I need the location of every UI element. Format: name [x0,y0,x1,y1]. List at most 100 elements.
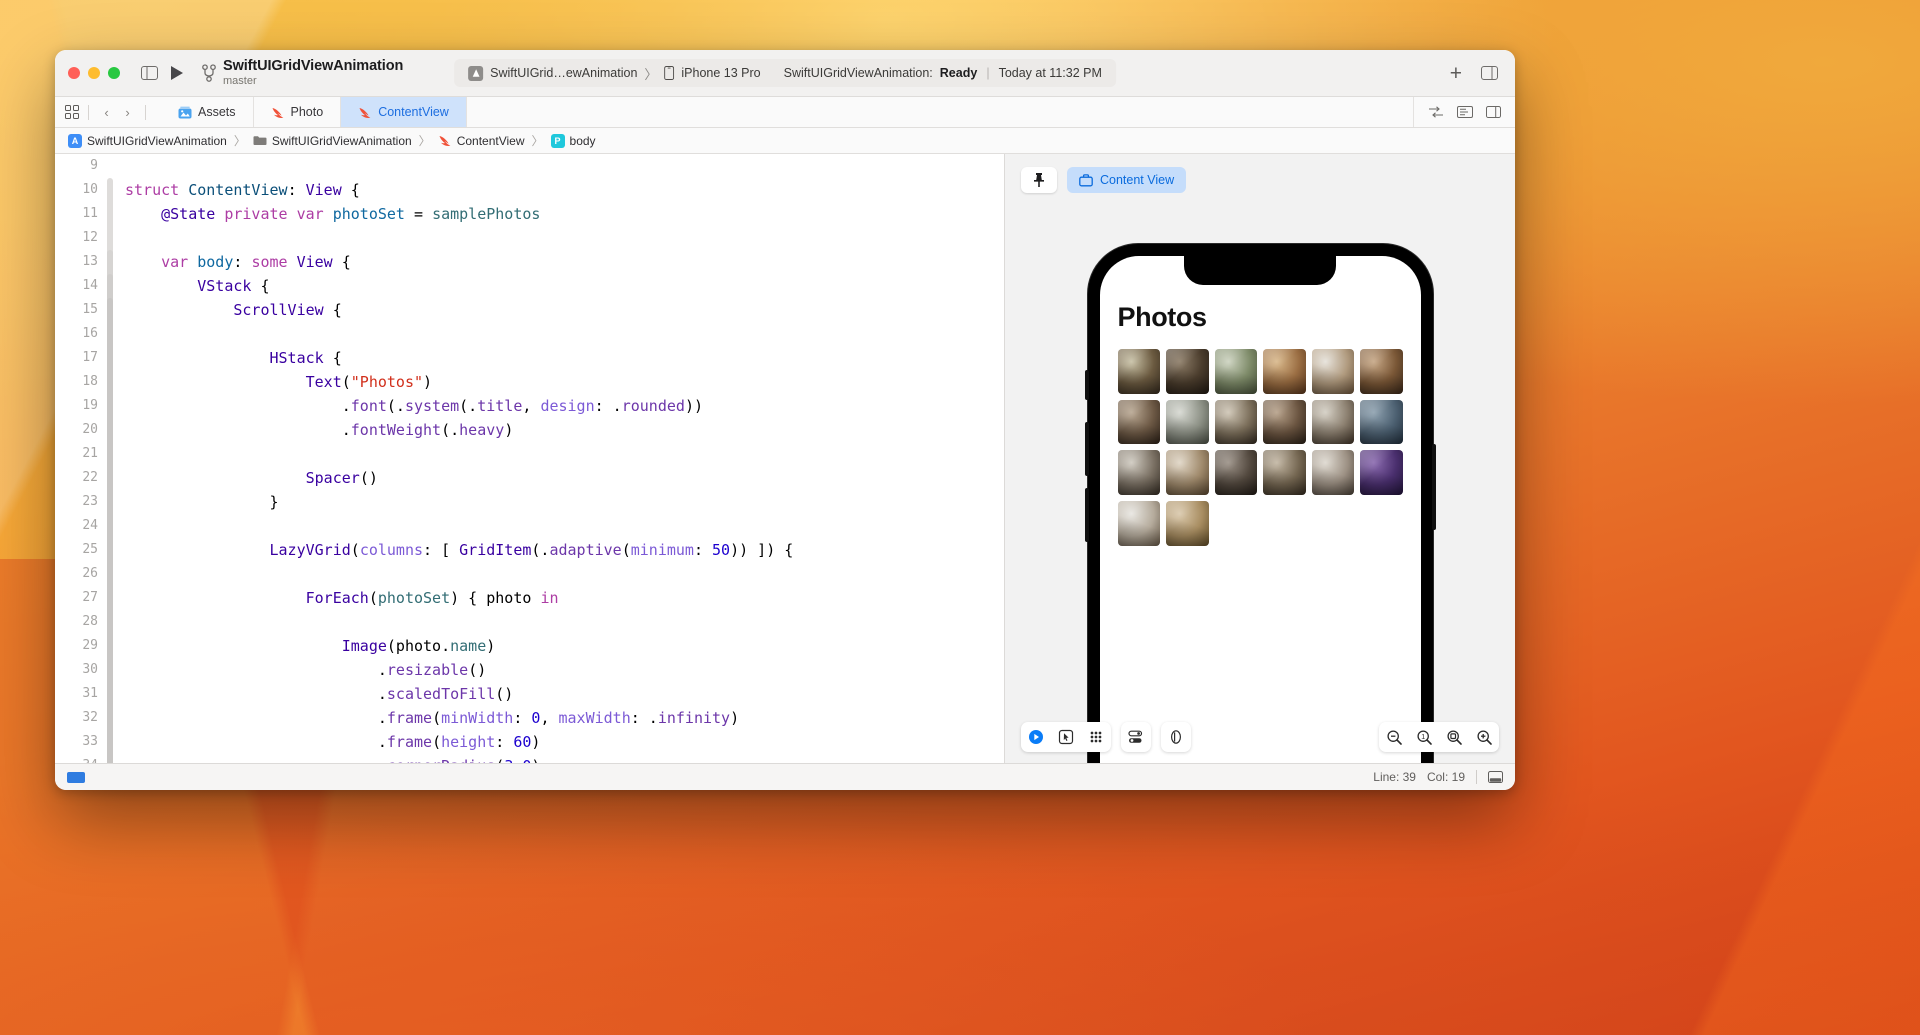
line-number: 27 [55,586,107,610]
minimize-window-button[interactable] [88,67,100,79]
code-line[interactable]: .resizable() [125,658,1004,682]
accessibility-inspect-button[interactable] [1161,722,1191,752]
code-line[interactable]: .scaledToFill() [125,682,1004,706]
activity-status-bar[interactable]: SwiftUIGrid…ewAnimation 〉 iPhone 13 Pro … [454,59,1116,87]
variants-button[interactable] [1081,722,1111,752]
navigate-back-button[interactable]: ‹ [98,105,115,120]
toggle-canvas-icon[interactable] [1486,106,1501,118]
photo-cell[interactable] [1312,450,1355,495]
photo-cell[interactable] [1215,450,1258,495]
line-number: 28 [55,610,107,634]
code-token [125,253,161,271]
breadcrumb-item-file[interactable]: ContentView [438,134,525,148]
activity-indicator-icon[interactable] [67,772,85,783]
photo-cell[interactable] [1118,450,1161,495]
code-line[interactable]: Spacer() [125,466,1004,490]
photo-highlight [1215,400,1258,445]
code-line[interactable]: ScrollView { [125,298,1004,322]
code-line[interactable]: .cornerRadius(3.0) [125,754,1004,763]
photo-cell[interactable] [1263,349,1306,394]
code-line[interactable] [125,562,1004,586]
code-line[interactable]: } [125,490,1004,514]
pin-preview-button[interactable] [1021,167,1057,193]
code-content[interactable]: struct ContentView: View { @State privat… [115,154,1004,763]
code-line[interactable]: LazyVGrid(columns: [ GridItem(.adaptive(… [125,538,1004,562]
photo-cell[interactable] [1360,349,1403,394]
code-line[interactable]: Image(photo.name) [125,634,1004,658]
selectable-mode-button[interactable] [1051,722,1081,752]
code-token: VStack [197,277,251,295]
photo-cell[interactable] [1166,501,1209,546]
code-line[interactable]: var body: some View { [125,250,1004,274]
code-line[interactable] [125,226,1004,250]
line-number: 34 [55,754,107,763]
tab-contentview[interactable]: ContentView [341,97,467,127]
code-fold-segment[interactable] [107,298,113,763]
pin-icon [1032,172,1046,188]
toggle-navigator-icon[interactable] [136,62,162,84]
code-line[interactable] [125,154,1004,178]
photo-cell[interactable] [1118,349,1161,394]
navigate-forward-button[interactable]: › [119,105,136,120]
preview-selection-chip[interactable]: Content View [1067,167,1186,193]
run-button[interactable] [162,60,192,86]
code-token [188,253,197,271]
code-line[interactable]: .frame(height: 60) [125,730,1004,754]
photo-cell[interactable] [1263,400,1306,445]
photo-cell[interactable] [1263,450,1306,495]
photo-cell[interactable] [1166,400,1209,445]
photo-cell[interactable] [1118,400,1161,445]
photo-cell[interactable] [1360,450,1403,495]
code-line[interactable]: VStack { [125,274,1004,298]
minimap-toggle-icon[interactable] [1457,106,1473,118]
code-line[interactable]: HStack { [125,346,1004,370]
photo-cell[interactable] [1166,450,1209,495]
code-line[interactable]: Text("Photos") [125,370,1004,394]
code-line[interactable] [125,322,1004,346]
zoom-in-button[interactable] [1469,722,1499,752]
code-line[interactable]: @State private var photoSet = samplePhot… [125,202,1004,226]
preview-canvas[interactable]: Content View Photos [1005,154,1515,763]
toggle-inspector-icon[interactable] [1476,62,1502,84]
adjust-editor-options-icon[interactable] [1428,106,1444,118]
toggle-debug-area-icon[interactable] [1488,771,1503,783]
breadcrumb-item-project[interactable]: A SwiftUIGridViewAnimation [68,134,227,148]
zoom-out-button[interactable] [1379,722,1409,752]
zoom-to-100-button[interactable]: 1 [1409,722,1439,752]
photo-grid[interactable] [1118,349,1403,546]
code-line[interactable] [125,442,1004,466]
device-settings-button[interactable] [1121,722,1151,752]
photo-cell[interactable] [1166,349,1209,394]
code-line[interactable]: struct ContentView: View { [125,178,1004,202]
close-window-button[interactable] [68,67,80,79]
breadcrumb-item-symbol[interactable]: P body [551,134,596,148]
breadcrumb-item-group[interactable]: SwiftUIGridViewAnimation [253,134,412,148]
iphone-13-pro-frame[interactable]: Photos [1088,244,1433,763]
tab-photo[interactable]: Photo [254,97,342,127]
code-line[interactable] [125,610,1004,634]
code-line[interactable]: .font(.system(.title, design: .rounded)) [125,394,1004,418]
live-preview-play-button[interactable] [1021,722,1051,752]
code-line[interactable]: .frame(minWidth: 0, maxWidth: .infinity) [125,706,1004,730]
code-token: frame [387,733,432,751]
code-line[interactable]: ForEach(photoSet) { photo in [125,586,1004,610]
photo-cell[interactable] [1215,400,1258,445]
scheme-selector[interactable]: SwiftUIGridViewAnimation master [202,59,403,88]
code-line[interactable]: .fontWeight(.heavy) [125,418,1004,442]
tab-overview-icon[interactable] [65,105,79,119]
photo-cell[interactable] [1312,400,1355,445]
code-line[interactable] [125,514,1004,538]
device-screen[interactable]: Photos [1100,256,1421,763]
code-fold-ribbon[interactable] [107,154,115,763]
photo-cell[interactable] [1215,349,1258,394]
preview-photos-title: Photos [1118,302,1403,333]
photo-cell[interactable] [1312,349,1355,394]
photo-cell[interactable] [1118,501,1161,546]
zoom-window-button[interactable] [108,67,120,79]
code-token: { [342,181,360,199]
photo-cell[interactable] [1360,400,1403,445]
tab-assets[interactable]: Assets [161,97,254,127]
add-editor-button[interactable]: + [1450,63,1462,84]
zoom-to-fit-button[interactable] [1439,722,1469,752]
source-editor[interactable]: 9101112131415161718192021222324252627282… [55,154,1005,763]
